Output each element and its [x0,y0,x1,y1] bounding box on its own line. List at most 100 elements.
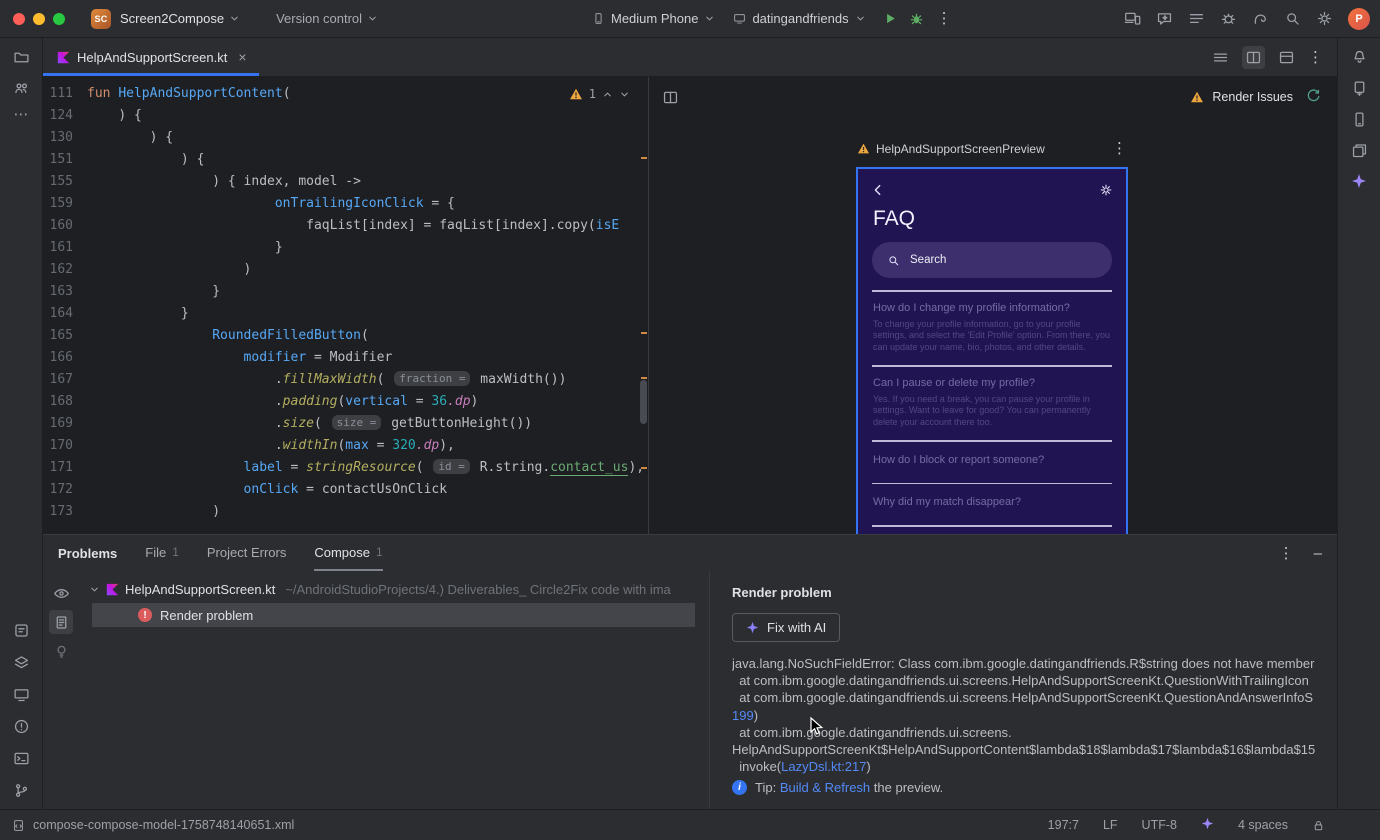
editor-tab-bar: HelpAndSupportScreen.kt × ⋮ [43,38,1337,77]
device-mirroring-button[interactable] [1124,10,1141,27]
zoom-window-button[interactable] [53,12,65,25]
render-problem-label: Render problem [160,607,254,623]
show-details-button[interactable] [49,610,73,634]
device-manager-tool-button[interactable] [1351,111,1368,128]
code-line[interactable]: 163 } [43,281,648,303]
app-inspection-button[interactable] [1220,10,1237,27]
running-devices-button[interactable] [1188,10,1205,27]
terminal-tool-button[interactable] [13,750,30,767]
gemini-button[interactable] [1156,10,1173,27]
render-problem-row[interactable]: ! Render problem [92,603,695,627]
caret-position-widget[interactable]: 197:7 [1048,818,1079,832]
layout-inspector-tool-button[interactable] [1351,142,1368,159]
project-selector[interactable]: Screen2Compose [120,11,240,26]
code-line[interactable]: 111 fun HelpAndSupportContent( [43,83,648,105]
ai-status-widget[interactable] [1201,817,1214,833]
project-tool-button[interactable] [13,49,30,66]
refresh-icon[interactable] [1305,88,1322,105]
code-line[interactable]: 164 } [43,303,648,325]
code-line[interactable]: 130 ) { [43,127,648,149]
fix-with-ai-button[interactable]: Fix with AI [732,613,841,642]
list-icon [1213,52,1228,62]
device-cable-icon [1354,81,1364,96]
problems-options-button[interactable]: ⋮ [1279,546,1294,561]
code-line[interactable]: 168 .padding(vertical = 36.dp) [43,391,648,413]
tab-helpandsupportscreen[interactable]: HelpAndSupportScreen.kt × [43,38,259,76]
preview-toggle-button[interactable] [49,581,73,605]
problems-tool-button[interactable] [13,718,30,735]
close-tab-icon[interactable]: × [238,49,246,65]
editor-scrollbar[interactable] [640,380,647,424]
search-everywhere-button[interactable] [1284,10,1301,27]
version-control-t ool-button[interactable] [13,782,30,799]
code-line[interactable]: 155 ) { index, model -> [43,171,648,193]
more-tool-windows-button[interactable]: ⋯ [14,107,29,122]
code-line[interactable]: 165 RoundedFilledButton( [43,325,648,347]
notifications-tool-button[interactable] [1351,49,1368,66]
settings-button[interactable] [1316,10,1333,27]
preview-options-button[interactable]: ⋮ [1112,141,1127,156]
render-issues-widget[interactable]: Render Issues [1190,88,1322,105]
chevron-up-icon[interactable] [602,89,613,100]
quick-fix-button[interactable] [49,639,73,663]
preview-card-header[interactable]: HelpAndSupportScreenPreview ⋮ [857,141,1127,156]
device-selector[interactable]: Medium Phone [592,11,715,26]
code-line[interactable]: 151 ) { [43,149,648,171]
code-line[interactable]: 162 ) [43,259,648,281]
chevron-down-icon[interactable] [619,89,630,100]
editor-options-button[interactable]: ⋮ [1308,50,1323,65]
more-actions-button[interactable]: ⋮ [937,11,952,26]
run-button[interactable] [882,10,899,27]
problems-file-row[interactable]: HelpAndSupportScreen.kt ~/AndroidStudioP… [79,577,709,601]
tab-compose[interactable]: Compose 1 [314,535,383,571]
close-window-button[interactable] [13,12,25,25]
gear-icon [1100,184,1112,196]
editor-layout-button[interactable] [1278,49,1295,66]
code-line[interactable]: 161 } [43,237,648,259]
device-mirroring-tool-button[interactable] [1351,80,1368,97]
line-separator-widget[interactable]: LF [1103,818,1118,832]
split-editor-button[interactable] [1242,45,1265,69]
faq-question: Can I pause or delete my profile? [873,376,1036,389]
indent-widget[interactable]: 4 spaces [1238,818,1288,832]
vcs-widget[interactable]: Version control [276,11,378,26]
code-line[interactable]: 159 onTrailingIconClick = { [43,193,648,215]
window-icon [1279,51,1294,63]
logcat-tool-button[interactable] [13,686,30,703]
code-line[interactable]: 166 modifier = Modifier [43,347,648,369]
debug-button[interactable] [908,10,925,27]
code-line[interactable]: 172 onClick = contactUsOnClick [43,479,648,501]
inspections-widget[interactable]: 1 [564,85,634,103]
code-line[interactable]: 169 .size( size = getButtonHeight()) [43,413,648,435]
tab-file[interactable]: File 1 [145,535,179,571]
code-line[interactable]: 160 faqList[index] = faqList[index].copy… [43,215,648,237]
pages-icon [1352,144,1366,158]
user-avatar[interactable]: P [1348,7,1370,30]
code-line[interactable]: 124 ) { [43,105,648,127]
minimize-window-button[interactable] [33,12,45,25]
code-line[interactable]: 170 .widthIn(max = 320.dp), [43,435,648,457]
build-refresh-link[interactable]: Build & Refresh [780,780,870,795]
status-file-widget[interactable]: compose-compose-model-1758748140651.xml [12,818,294,832]
code-editor[interactable]: 111 fun HelpAndSupportContent(124 ) {130 … [43,77,648,534]
preview-split-button[interactable] [662,89,679,106]
debug-bug-icon [910,13,922,25]
encoding-widget[interactable]: UTF-8 [1142,818,1177,832]
chevron-down-icon[interactable] [89,584,100,595]
gradle-sync-button[interactable] [1252,10,1269,27]
pull-requests-tool-button[interactable] [13,80,30,97]
editor-list-button[interactable] [1212,49,1229,66]
hide-panel-button[interactable]: – [1314,545,1322,562]
preview-screen-title: FAQ [873,207,916,230]
code-line[interactable]: 167 .fillMaxWidth( fraction = maxWidth()… [43,369,648,391]
stack-link[interactable]: LazyDsl.kt:217 [781,759,866,774]
tab-project-errors[interactable]: Project Errors [207,535,286,571]
stack-link[interactable]: 199 [732,708,754,723]
code-line[interactable]: 173 ) [43,501,648,523]
build-variants-tool-button[interactable] [13,654,30,671]
gemini-tool-button[interactable] [1351,173,1367,192]
readonly-toggle[interactable] [1312,819,1325,832]
commit-tool-button[interactable] [13,622,30,639]
code-line[interactable]: 171 label = stringResource( id = R.strin… [43,457,648,479]
run-config-selector[interactable]: datingandfriends [733,11,865,26]
